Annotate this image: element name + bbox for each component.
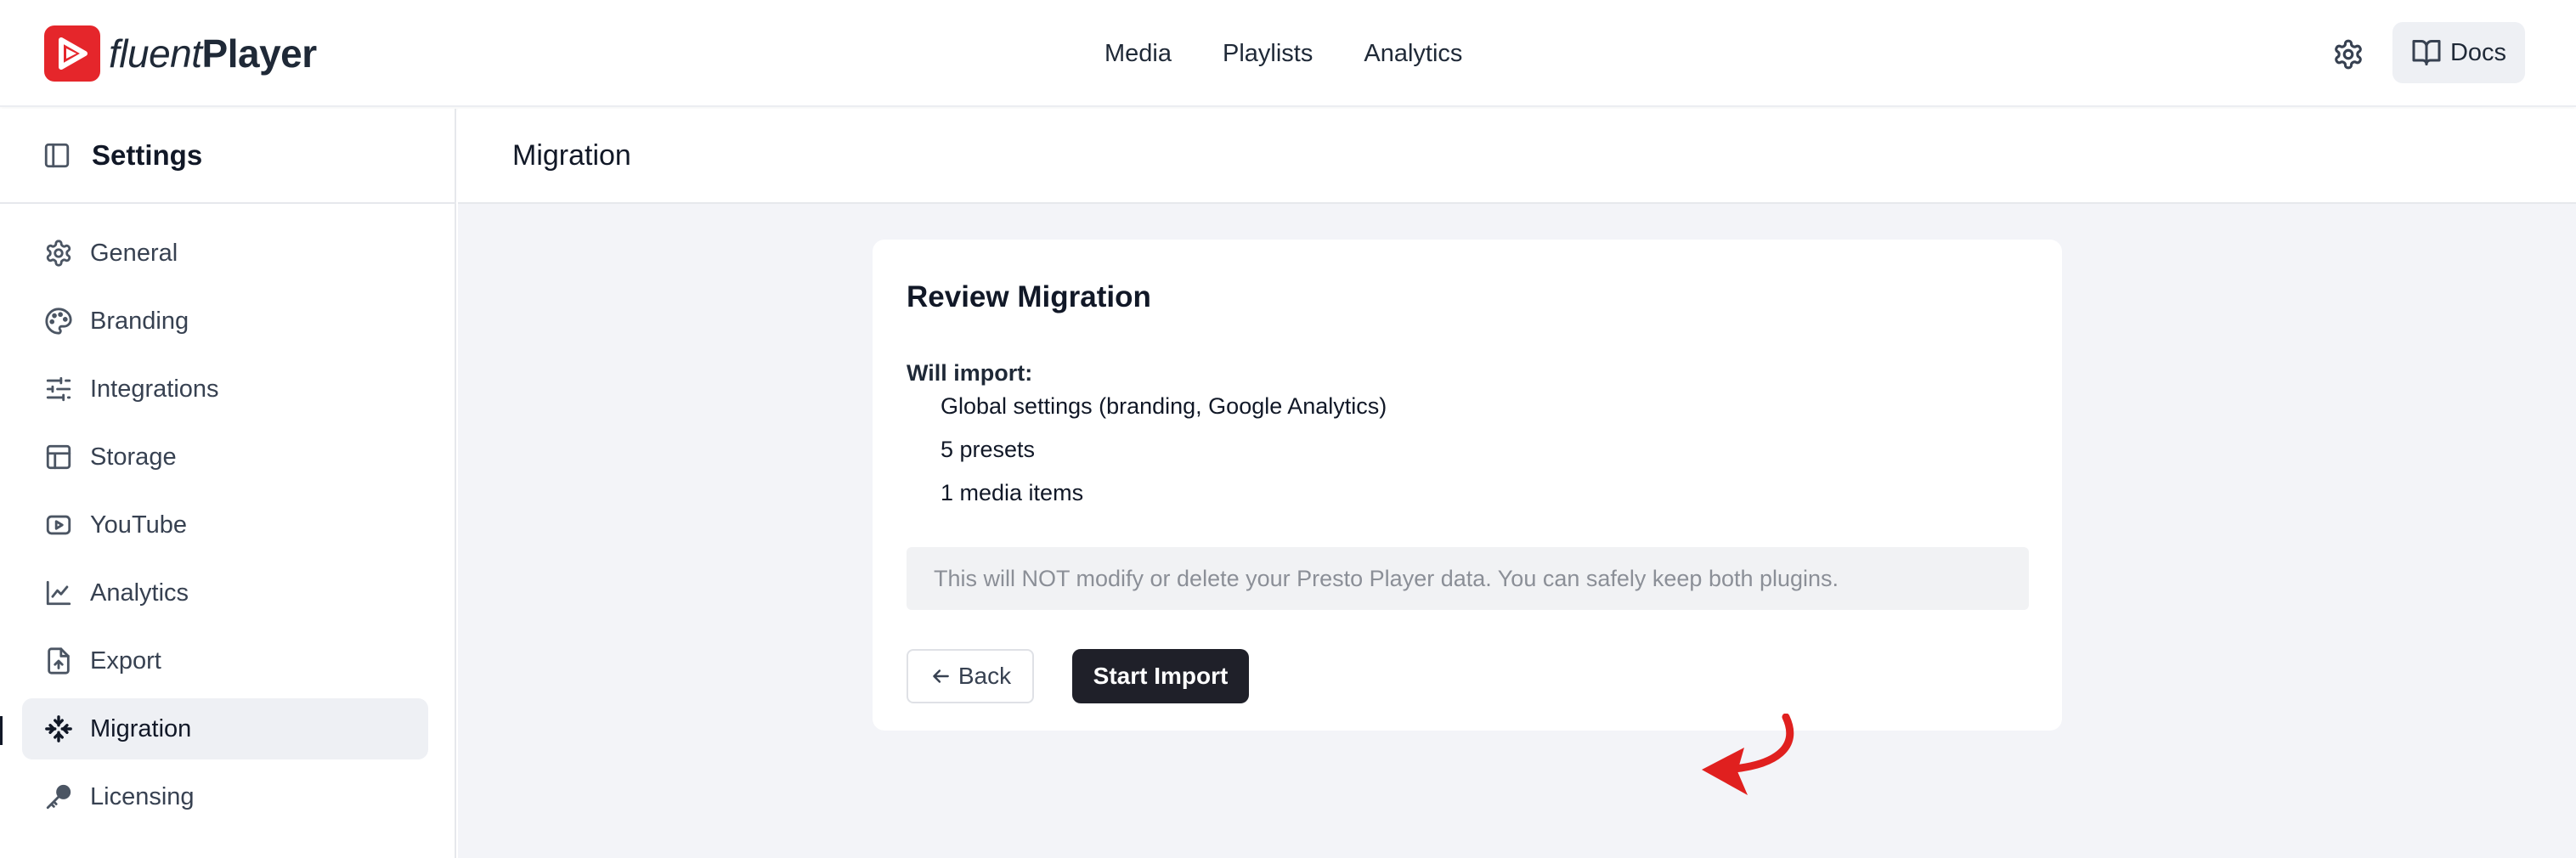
sidebar-item-label: General — [90, 239, 178, 267]
line-chart-icon — [46, 580, 71, 606]
sidebar-item-licensing[interactable]: Licensing — [22, 766, 428, 827]
settings-sidebar: Settings General Branding Integrations S… — [0, 109, 456, 858]
top-header: fluentPlayer Media Playlists Analytics D… — [0, 0, 2576, 107]
list-item: 1 media items — [941, 480, 1084, 505]
sidebar-item-label: Branding — [90, 307, 189, 335]
youtube-icon — [46, 515, 71, 535]
start-import-button[interactable]: Start Import — [1072, 649, 1249, 703]
annotation-arrow-icon — [1702, 714, 1794, 795]
safety-notice: This will NOT modify or delete your Pres… — [907, 547, 2029, 610]
active-indicator — [0, 716, 3, 745]
sidebar-item-label: Integrations — [90, 375, 219, 403]
page-header: Migration — [458, 109, 2576, 204]
key-icon — [46, 784, 71, 810]
nav-media[interactable]: Media — [1104, 40, 1172, 68]
brand-name-light: fluent — [109, 31, 202, 76]
sidebar-title: Settings — [92, 139, 203, 171]
arrow-left-icon — [933, 669, 949, 683]
sidebar-item-label: Storage — [90, 443, 177, 471]
docs-label: Docs — [2449, 38, 2507, 66]
sidebar-item-label: Analytics — [90, 579, 189, 607]
sidebar-toggle-icon[interactable] — [42, 141, 71, 170]
sidebar-item-migration[interactable]: Migration — [22, 698, 428, 759]
layout-icon — [46, 444, 71, 470]
book-open-icon — [2412, 40, 2441, 65]
sidebar-item-branding[interactable]: Branding — [22, 291, 428, 352]
play-logo-icon — [44, 25, 100, 82]
back-label: Back — [958, 663, 1012, 689]
nav-analytics[interactable]: Analytics — [1364, 40, 1462, 68]
brand-logo[interactable]: fluentPlayer — [44, 25, 317, 82]
gear-icon — [2335, 39, 2362, 70]
sidebar-item-general[interactable]: General — [22, 223, 428, 284]
list-item: Global settings (branding, Google Analyt… — [941, 393, 1387, 419]
sidebar-item-integrations[interactable]: Integrations — [22, 358, 428, 420]
docs-button[interactable]: Docs — [2392, 22, 2525, 83]
migration-icon — [45, 715, 72, 742]
brand-name: fluentPlayer — [109, 25, 317, 82]
sidebar-header: Settings — [0, 109, 455, 204]
sidebar-item-label: YouTube — [90, 511, 187, 539]
sidebar-item-youtube[interactable]: YouTube — [22, 494, 428, 556]
import-list: Global settings (branding, Google Analyt… — [941, 392, 1387, 522]
palette-icon — [45, 308, 72, 335]
start-import-label: Start Import — [1093, 663, 1229, 689]
gear-icon — [46, 240, 71, 267]
sidebar-item-analytics[interactable]: Analytics — [22, 562, 428, 624]
sidebar-item-export[interactable]: Export — [22, 630, 428, 691]
list-item: 5 presets — [941, 437, 1036, 462]
card-title: Review Migration — [907, 280, 1151, 313]
will-import-label: Will import: — [907, 360, 1033, 386]
review-migration-card: Review Migration Will import: Global set… — [873, 240, 2062, 731]
brand-name-bold: Player — [201, 31, 318, 76]
top-nav: Media Playlists Analytics — [1104, 0, 1513, 107]
nav-playlists[interactable]: Playlists — [1223, 40, 1313, 68]
page-title: Migration — [512, 138, 631, 172]
export-icon — [48, 647, 70, 675]
main-content: Migration Review Migration Will import: … — [458, 109, 2576, 858]
back-button[interactable]: Back — [907, 649, 1034, 703]
sidebar-item-label: Migration — [90, 714, 192, 742]
sidebar-item-label: Licensing — [90, 782, 195, 810]
sliders-icon — [46, 376, 71, 402]
sidebar-item-storage[interactable]: Storage — [22, 426, 428, 488]
sidebar-item-label: Export — [90, 646, 161, 675]
settings-button[interactable] — [2325, 31, 2372, 78]
